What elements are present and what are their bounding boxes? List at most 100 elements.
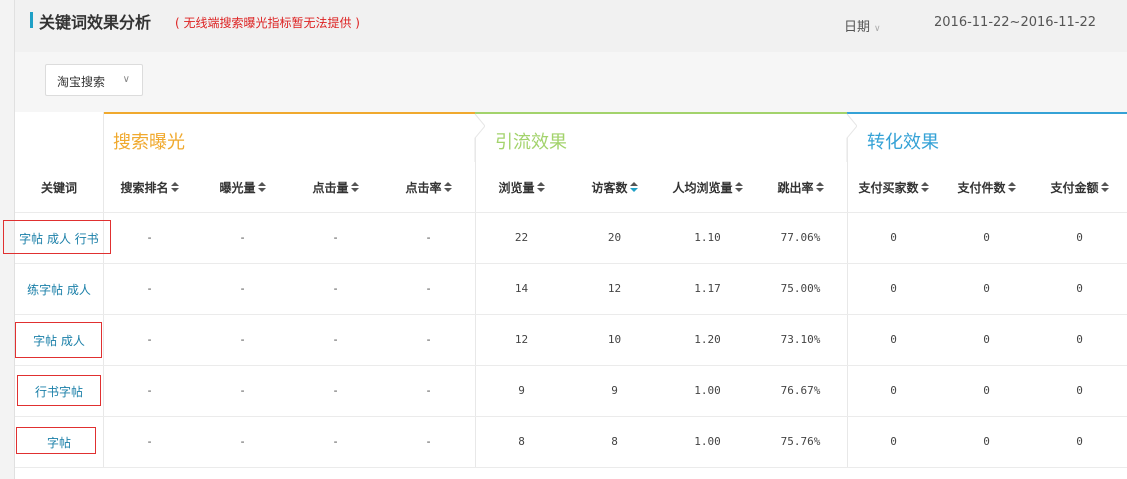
group-top-line	[847, 112, 1127, 114]
cell-avg-pv: 1.00	[694, 384, 721, 397]
cell-bounce: 73.10%	[780, 333, 821, 346]
cell-avg-pv: 1.20	[694, 333, 721, 346]
cell-items: 0	[983, 231, 990, 244]
sort-desc-icon[interactable]	[629, 182, 638, 194]
cell-rank: -	[146, 282, 153, 295]
cell-buyers: 0	[890, 231, 897, 244]
title-accent-bar	[30, 12, 33, 28]
sort-icon[interactable]	[536, 182, 545, 194]
cell-buyers: 0	[890, 282, 897, 295]
table-row: 行书字帖 - - - - 9 9 1.00 76.67% 0 0 0	[15, 366, 1127, 417]
col-header-label: 曝光量	[219, 181, 256, 195]
date-dropdown[interactable]: 日期 ∨	[844, 16, 881, 35]
col-header-keyword: 关键词	[40, 181, 77, 195]
page-title: 关键词效果分析	[39, 13, 152, 32]
col-header-pv[interactable]: 浏览量	[475, 179, 568, 196]
cell-buyers: 0	[890, 435, 897, 448]
title-note: ( 无线端搜索曝光指标暂无法提供 )	[175, 16, 360, 30]
col-header-label: 浏览量	[498, 181, 535, 195]
col-header-label: 搜索排名	[120, 181, 169, 195]
col-header-exposure[interactable]: 曝光量	[196, 179, 289, 196]
cell-items: 0	[983, 435, 990, 448]
group-search-exposure: 搜索曝光	[103, 112, 475, 212]
cell-ctr: -	[425, 384, 432, 397]
table-row: 字帖 成人 - - - - 12 10 1.20 73.10% 0 0 0	[15, 315, 1127, 366]
col-header-label: 支付件数	[957, 181, 1006, 195]
col-header-uv[interactable]: 访客数	[568, 179, 661, 196]
cell-pv: 14	[514, 282, 529, 295]
cell-clicks: -	[332, 282, 339, 295]
cell-pv: 9	[518, 384, 525, 397]
cell-ctr: -	[425, 282, 432, 295]
col-header-label: 点击量	[312, 181, 349, 195]
cell-exposure: -	[239, 435, 246, 448]
cell-avg-pv: 1.17	[694, 282, 721, 295]
col-header-label: 点击率	[405, 181, 442, 195]
date-label: 日期	[844, 20, 871, 35]
cell-bounce: 77.06%	[780, 231, 821, 244]
col-header-search-rank[interactable]: 搜索排名	[103, 179, 196, 196]
group-title: 转化效果	[867, 132, 939, 153]
cell-uv: 9	[611, 384, 618, 397]
col-header-avg-pv[interactable]: 人均浏览量	[661, 179, 754, 196]
table-row: 字帖 - - - - 8 8 1.00 75.76% 0 0 0	[15, 417, 1127, 468]
cell-bounce: 75.76%	[780, 435, 821, 448]
highlight-box	[17, 375, 101, 406]
sort-icon[interactable]	[1007, 182, 1016, 194]
cell-exposure: -	[239, 231, 246, 244]
sort-icon[interactable]	[734, 182, 743, 194]
highlight-box	[16, 427, 96, 454]
cell-amount: 0	[1076, 282, 1083, 295]
cell-pv: 8	[518, 435, 525, 448]
col-header-clicks[interactable]: 点击量	[289, 179, 382, 196]
cell-exposure: -	[239, 333, 246, 346]
sort-icon[interactable]	[443, 182, 452, 194]
cell-amount: 0	[1076, 231, 1083, 244]
cell-avg-pv: 1.00	[694, 435, 721, 448]
sort-icon[interactable]	[815, 182, 824, 194]
col-header-label: 访客数	[591, 181, 628, 195]
cell-amount: 0	[1076, 435, 1083, 448]
cell-clicks: -	[332, 231, 339, 244]
group-top-line	[475, 112, 847, 114]
cell-ctr: -	[425, 333, 432, 346]
keyword-table: 搜索曝光 引流效果 转化效果 关键词 搜索排名 曝光量 点击量 点击率 浏览量 …	[3, 112, 1127, 479]
sort-icon[interactable]	[920, 182, 929, 194]
cell-uv: 12	[607, 282, 622, 295]
col-header-bounce[interactable]: 跳出率	[754, 179, 847, 196]
group-title: 搜索曝光	[113, 132, 185, 153]
cell-ctr: -	[425, 231, 432, 244]
sort-icon[interactable]	[257, 182, 266, 194]
cell-amount: 0	[1076, 333, 1083, 346]
cell-amount: 0	[1076, 384, 1083, 397]
col-header-buyers[interactable]: 支付买家数	[847, 179, 940, 196]
cell-clicks: -	[332, 333, 339, 346]
cell-avg-pv: 1.10	[694, 231, 721, 244]
cell-pv: 22	[514, 231, 529, 244]
sort-icon[interactable]	[170, 182, 179, 194]
cell-rank: -	[146, 435, 153, 448]
sort-icon[interactable]	[350, 182, 359, 194]
channel-select-value: 淘宝搜索	[57, 75, 106, 89]
table-row: 字帖 成人 行书 - - - - 22 20 1.10 77.06% 0 0 0	[3, 213, 1127, 264]
col-header-label: 支付买家数	[858, 181, 919, 195]
cell-uv: 10	[607, 333, 622, 346]
cell-exposure: -	[239, 282, 246, 295]
cell-rank: -	[146, 231, 153, 244]
channel-select[interactable]: 淘宝搜索 ∨	[45, 64, 143, 96]
group-conversion-effect: 转化效果	[847, 112, 1127, 212]
filter-bar: 淘宝搜索 ∨	[15, 52, 1127, 112]
highlight-box	[15, 322, 102, 358]
highlight-box	[3, 220, 111, 254]
cell-uv: 20	[607, 231, 622, 244]
group-top-line	[103, 112, 475, 114]
sort-icon[interactable]	[1100, 182, 1109, 194]
chevron-down-icon: ∨	[874, 24, 881, 34]
cell-rank: -	[146, 384, 153, 397]
col-header-ctr[interactable]: 点击率	[382, 179, 475, 196]
keyword-link[interactable]: 练字帖 成人	[15, 281, 103, 298]
cell-clicks: -	[332, 384, 339, 397]
cell-bounce: 76.67%	[780, 384, 821, 397]
col-header-amount[interactable]: 支付金额	[1033, 179, 1126, 196]
col-header-items[interactable]: 支付件数	[940, 179, 1033, 196]
